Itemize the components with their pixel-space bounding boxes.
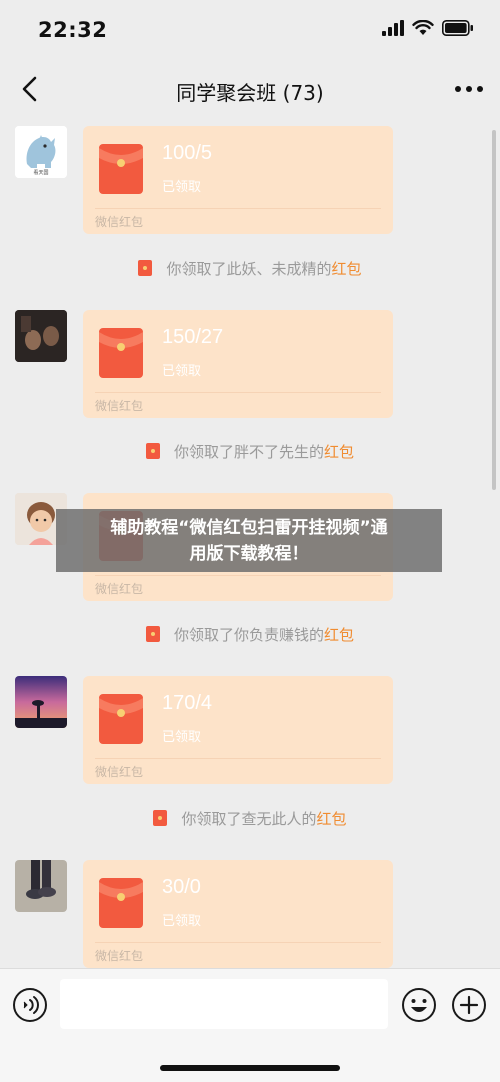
- message-input[interactable]: [60, 979, 388, 1029]
- red-packet-amount: 30/0: [162, 876, 201, 898]
- overlay-line-1: 辅助教程“微信红包扫雷开挂视频”通: [110, 518, 388, 538]
- red-envelope-icon: [99, 878, 143, 928]
- avatar[interactable]: 看天国: [15, 126, 67, 178]
- wifi-icon: [412, 20, 434, 35]
- red-packet-card[interactable]: 100/5 已领取 微信红包: [83, 126, 393, 234]
- red-packet-status: 已领取: [162, 730, 202, 745]
- system-notice: 你领取了你负责赚钱的红包: [0, 624, 500, 645]
- overlay-banner: 辅助教程“微信红包扫雷开挂视频”通 用版下载教程！: [56, 509, 442, 572]
- red-packet-card[interactable]: 30/0 已领取 微信红包: [83, 860, 393, 968]
- red-packet-link[interactable]: 红包: [324, 443, 354, 461]
- system-notice-text: 你领取了你负责赚钱的: [173, 626, 324, 644]
- mini-red-packet-icon: [145, 443, 160, 459]
- red-packet-link[interactable]: 红包: [324, 626, 354, 644]
- mini-red-packet-icon: [145, 626, 160, 642]
- avatar[interactable]: [15, 676, 67, 728]
- red-packet-link[interactable]: 红包: [317, 810, 347, 828]
- sunset-avatar-icon: [15, 676, 67, 728]
- red-packet-status: 已领取: [162, 180, 202, 195]
- battery-icon: [442, 20, 473, 36]
- voice-icon[interactable]: [12, 987, 48, 1023]
- status-icons: [382, 20, 474, 36]
- chat-title: 同学聚会班 (73): [176, 81, 324, 105]
- red-packet-card[interactable]: 150/27 已领取 微信红包: [83, 310, 393, 418]
- avatar[interactable]: [15, 310, 67, 362]
- divider: [95, 758, 381, 759]
- red-packet-card[interactable]: 170/4 已领取 微信红包: [83, 676, 393, 784]
- mini-red-packet-icon: [138, 260, 153, 276]
- mini-red-packet-icon: [153, 810, 168, 826]
- red-envelope-icon: [99, 328, 143, 378]
- divider: [95, 392, 381, 393]
- red-packet-footer: 微信红包: [95, 582, 144, 596]
- avatar-caption: 看天国: [33, 170, 49, 176]
- system-notice-text: 你领取了此妖、未成精的: [166, 260, 332, 278]
- red-packet-footer: 微信红包: [95, 949, 144, 963]
- overlay-line-2: 用版下载教程！: [189, 544, 309, 564]
- input-bar: [0, 968, 500, 1082]
- red-packet-amount: 150/27: [162, 326, 224, 348]
- more-icon[interactable]: [452, 74, 486, 104]
- signal-icon: [382, 20, 404, 36]
- system-notice: 你领取了胖不了先生的红包: [0, 441, 500, 462]
- red-packet-amount: 100/5: [162, 142, 213, 164]
- system-notice-text: 你领取了查无此人的: [181, 810, 317, 828]
- red-packet-status: 已领取: [162, 914, 202, 929]
- shoes-avatar-icon: [15, 860, 67, 912]
- scrollbar[interactable]: [492, 130, 496, 490]
- nav-bar: 同学聚会班 (73): [0, 62, 500, 118]
- photo-avatar-icon: [15, 310, 67, 362]
- red-envelope-icon: [99, 144, 143, 194]
- red-envelope-icon: [99, 694, 143, 744]
- divider: [95, 208, 381, 209]
- divider: [95, 942, 381, 943]
- plus-icon[interactable]: [451, 987, 487, 1023]
- home-indicator[interactable]: [160, 1065, 340, 1071]
- red-packet-link[interactable]: 红包: [332, 260, 362, 278]
- red-packet-footer: 微信红包: [95, 215, 144, 229]
- emoji-icon[interactable]: [401, 987, 437, 1023]
- divider: [95, 575, 381, 576]
- red-packet-footer: 微信红包: [95, 399, 144, 413]
- red-packet-footer: 微信红包: [95, 765, 144, 779]
- status-bar: 22:32: [0, 0, 500, 62]
- status-time: 22:32: [38, 18, 108, 42]
- red-packet-status: 已领取: [162, 364, 202, 379]
- system-notice: 你领取了此妖、未成精的红包: [0, 258, 500, 279]
- system-notice-text: 你领取了胖不了先生的: [173, 443, 324, 461]
- system-notice: 你领取了查无此人的红包: [0, 808, 500, 829]
- red-packet-amount: 170/4: [162, 692, 213, 714]
- avatar[interactable]: [15, 860, 67, 912]
